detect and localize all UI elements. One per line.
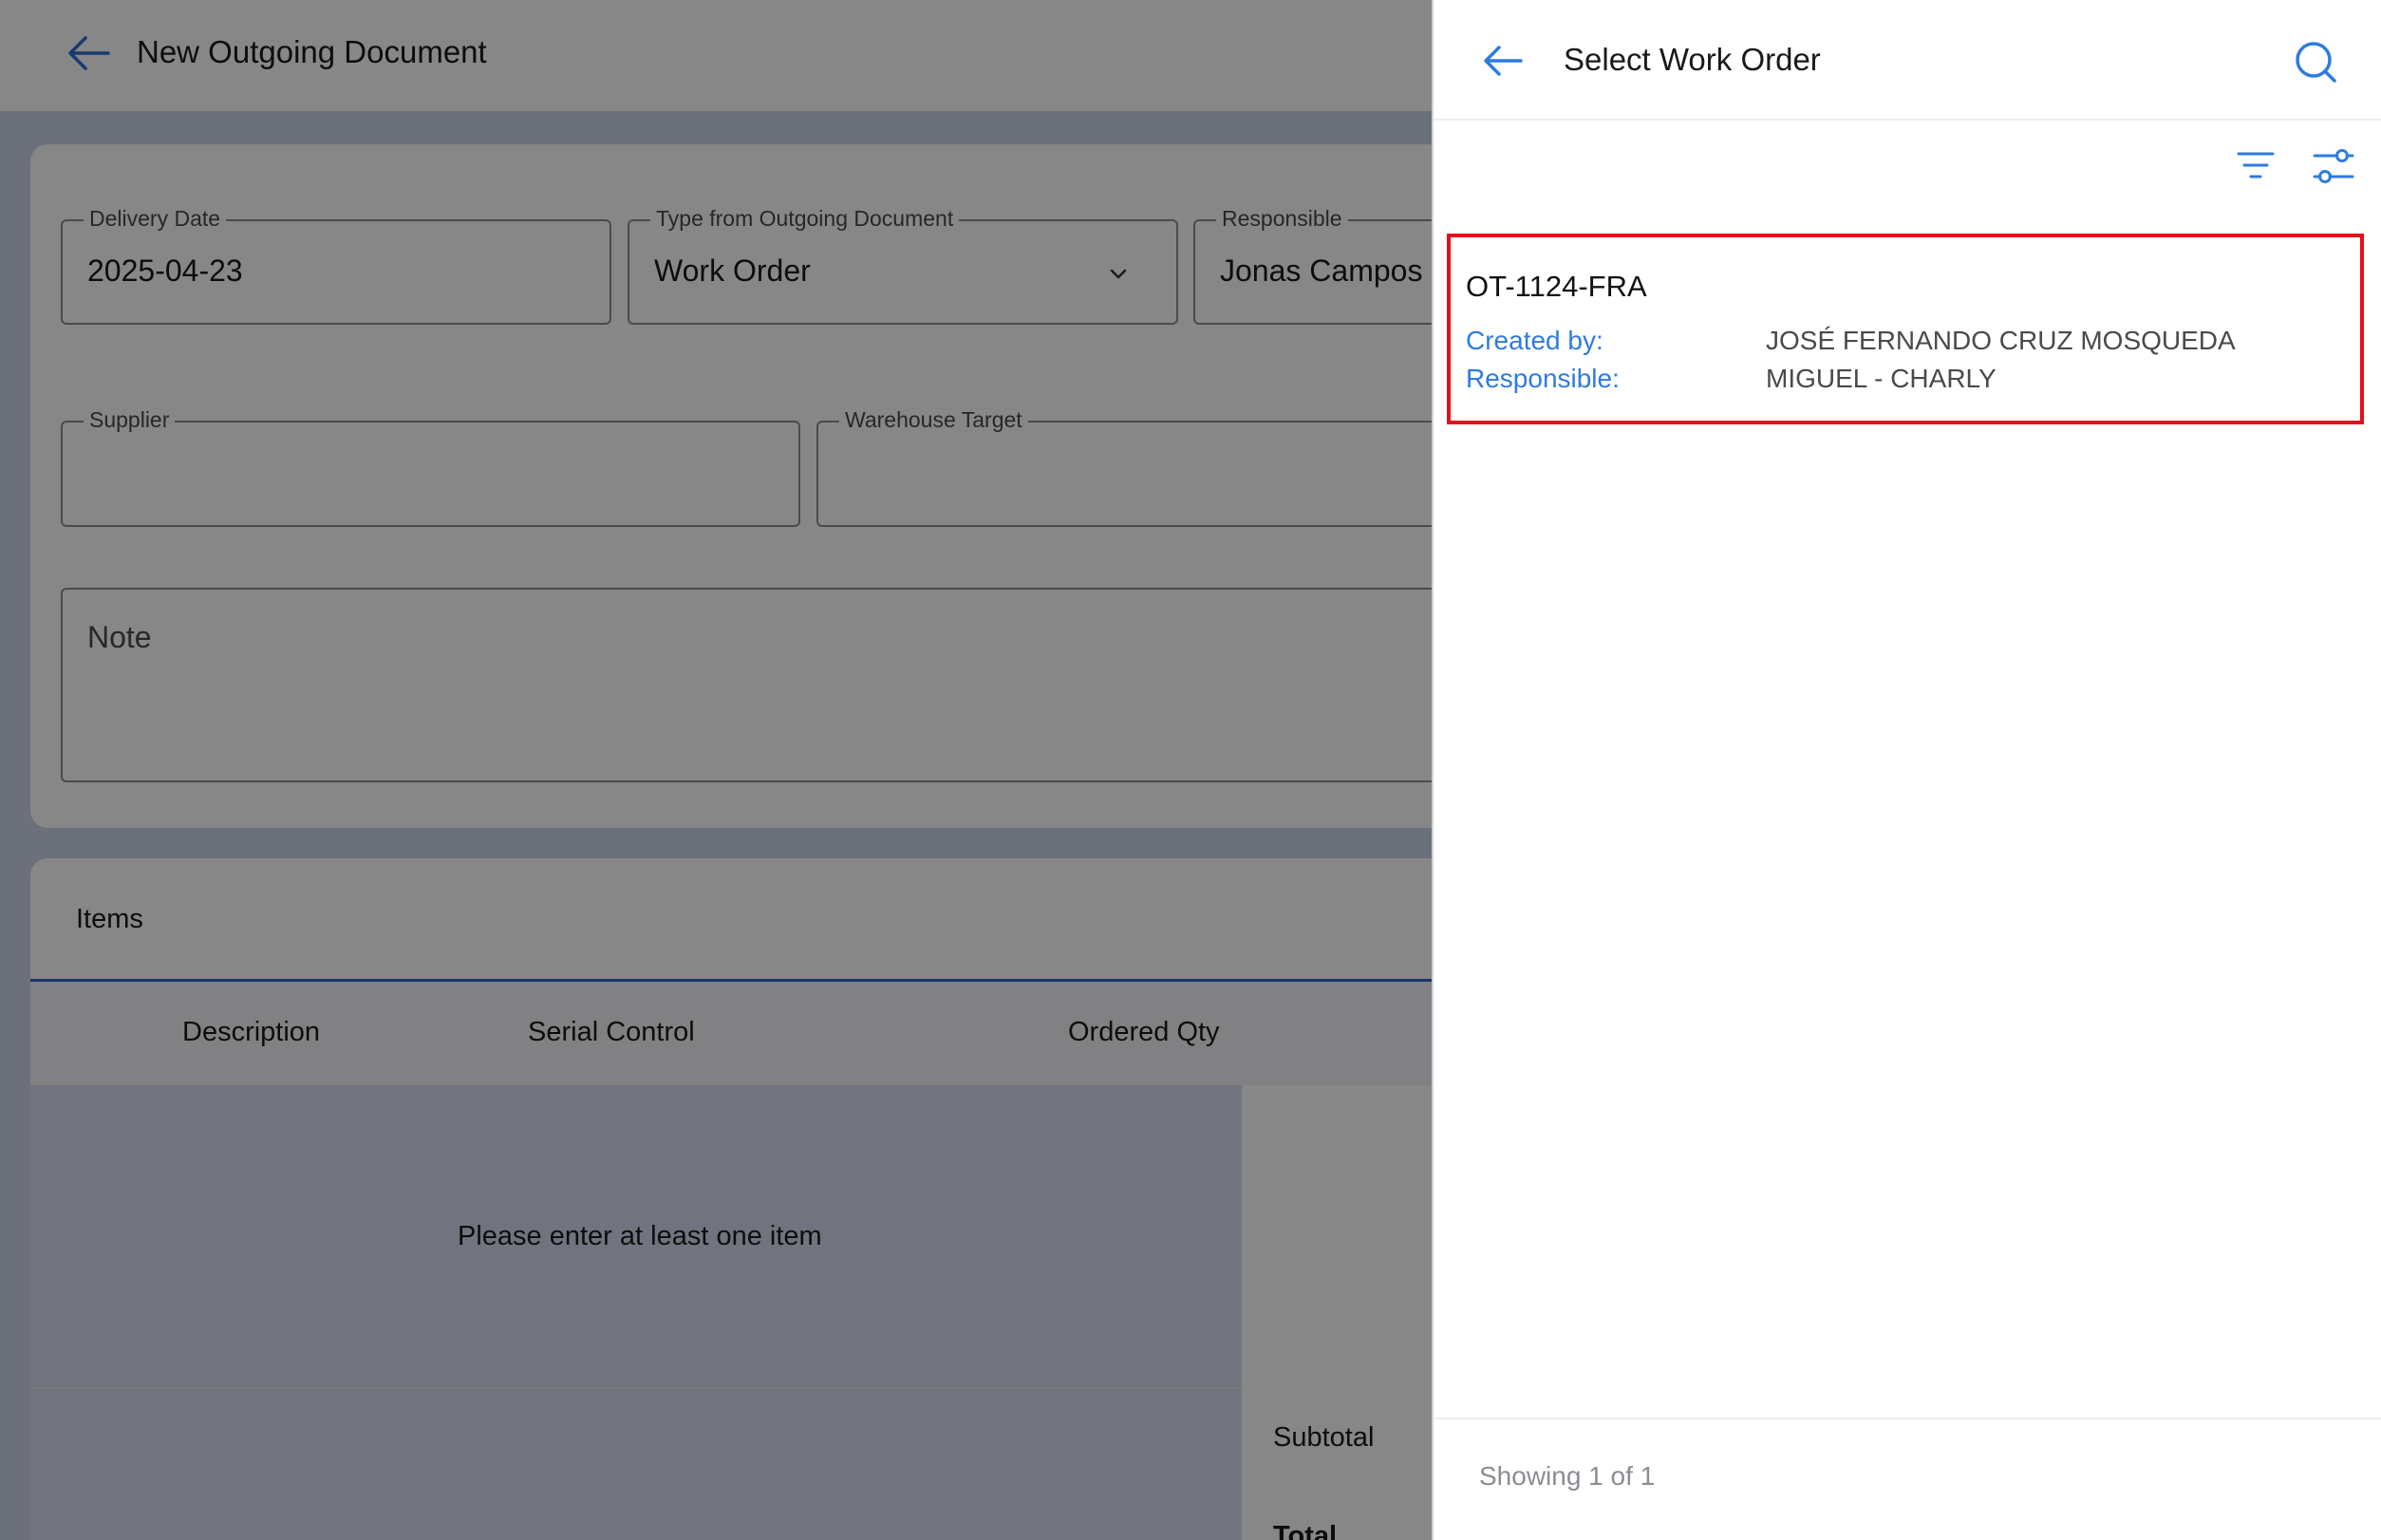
panel-header: Select Work Order (1434, 0, 2381, 121)
work-order-list-item[interactable]: OT-1124-FRA Created by: JOSÉ FERNANDO CR… (1447, 234, 2364, 424)
panel-footer: Showing 1 of 1 (1434, 1418, 2381, 1540)
results-count: Showing 1 of 1 (1479, 1461, 1656, 1491)
panel-title: Select Work Order (1564, 42, 1821, 77)
tune-icon[interactable] (2311, 144, 2356, 188)
back-arrow-icon[interactable] (1481, 42, 1525, 80)
created-by-value: JOSÉ FERNANDO CRUZ MOSQUEDA (1766, 326, 2236, 355)
search-icon[interactable] (2292, 38, 2339, 85)
select-work-order-panel: Select Work Order OT-1124-FRA Created by… (1432, 0, 2381, 1540)
responsible-value: MIGUEL - CHARLY (1766, 364, 1997, 393)
responsible-label: Responsible: (1466, 364, 1620, 393)
modal-scrim[interactable] (0, 0, 1432, 1540)
filter-list-icon[interactable] (2235, 146, 2277, 184)
created-by-label: Created by: (1466, 326, 1603, 355)
work-order-code: OT-1124-FRA (1466, 270, 1647, 303)
